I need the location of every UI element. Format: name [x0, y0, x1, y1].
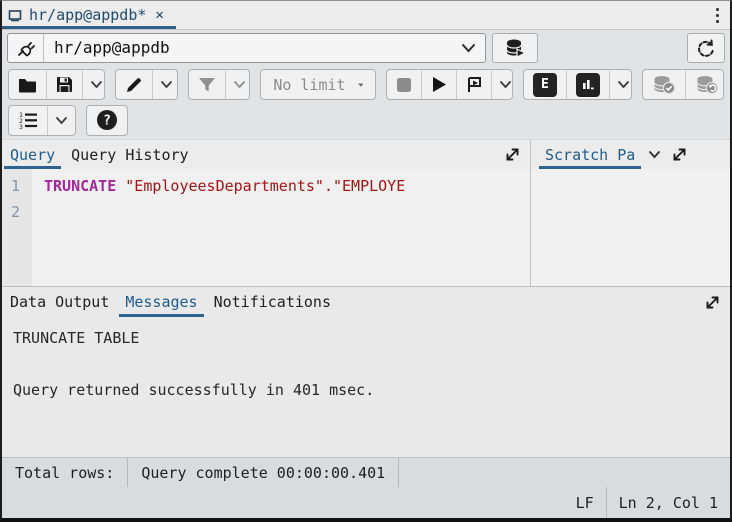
- active-tab-underline: [2, 26, 176, 29]
- connection-select[interactable]: hr/app@appdb: [7, 33, 486, 63]
- output-panel-header: Data Output Messages Notifications: [2, 287, 730, 317]
- expand-scratch-pad-icon[interactable]: [666, 140, 693, 169]
- sql-line-1: TRUNCATE "EmployeesDepartments"."EMPLOYE: [44, 173, 530, 199]
- execute-options-flag-button[interactable]: [456, 70, 491, 99]
- tab-messages[interactable]: Messages: [119, 287, 203, 317]
- open-file-button[interactable]: [9, 70, 46, 99]
- close-tab-icon[interactable]: ✕: [153, 7, 165, 23]
- query-complete-status: Query complete 00:00:00.401: [128, 458, 398, 487]
- explain-analyze-button[interactable]: [566, 70, 609, 99]
- edit-options-chevron[interactable]: [152, 70, 177, 99]
- expand-output-panel-icon[interactable]: [695, 287, 730, 317]
- stop-button[interactable]: [387, 70, 421, 99]
- explain-button[interactable]: E: [524, 70, 566, 99]
- tab-title: hr/app@appdb*: [29, 6, 146, 24]
- line-number-gutter: 1 2: [2, 169, 32, 286]
- main-toolbar: No limit E: [2, 65, 730, 104]
- dropdown-arrow-icon: [358, 81, 364, 89]
- message-line: Query returned successfully in 401 msec.: [13, 377, 719, 403]
- query-tabs: Query Query History: [2, 140, 531, 169]
- query-tool-window: hr/app@appdb* ✕ hr/app@appdb: [0, 0, 732, 522]
- row-limit-select[interactable]: No limit: [260, 69, 376, 100]
- plug-icon: [8, 34, 44, 62]
- code-area[interactable]: TRUNCATE "EmployeesDepartments"."EMPLOYE: [32, 169, 530, 286]
- svg-text:?: ?: [103, 114, 111, 129]
- tab-query[interactable]: Query: [4, 140, 61, 169]
- filter-button-group: [188, 69, 250, 100]
- scratch-pad-chevron-icon[interactable]: [643, 140, 666, 169]
- cursor-position: Ln 2, Col 1: [607, 487, 730, 518]
- line-number: 1: [2, 173, 32, 199]
- rollback-button[interactable]: [685, 70, 724, 99]
- edit-button-group: [115, 69, 177, 100]
- explain-button-group: E: [523, 69, 632, 100]
- line-number: 2: [2, 199, 32, 225]
- total-rows-label: Total rows:: [2, 458, 127, 487]
- execute-button-group: [386, 69, 513, 100]
- save-options-chevron[interactable]: [82, 70, 105, 99]
- reset-layout-button[interactable]: [687, 33, 725, 63]
- editor-split: 1 2 TRUNCATE "EmployeesDepartments"."EMP…: [2, 169, 730, 287]
- macros-options-chevron[interactable]: [47, 106, 75, 135]
- save-file-button[interactable]: [46, 70, 82, 99]
- document-tab-bar: hr/app@appdb* ✕: [2, 1, 730, 29]
- messages-panel: TRUNCATE TABLE Query returned successful…: [2, 317, 730, 457]
- edit-pencil-button[interactable]: [116, 70, 152, 99]
- status-bar-bottom: LF Ln 2, Col 1: [2, 487, 730, 518]
- help-button[interactable]: ?: [87, 106, 127, 135]
- scratch-pad-header: Scratch Pa: [531, 140, 730, 169]
- filter-icon-button[interactable]: [189, 70, 225, 99]
- terminal-window-icon: [8, 9, 22, 22]
- explain-analyze-chart-icon: [576, 73, 600, 97]
- panel-menu-icon[interactable]: [704, 1, 730, 29]
- secondary-toolbar: 1 2 3 ?: [2, 104, 730, 139]
- commit-button[interactable]: [643, 70, 685, 99]
- sql-editor[interactable]: 1 2 TRUNCATE "EmployeesDepartments"."EMP…: [2, 169, 531, 286]
- sql-identifiers: "EmployeesDepartments"."EMPLOYE: [116, 177, 405, 195]
- scratch-pad-area[interactable]: [531, 169, 730, 286]
- macros-list-button[interactable]: 1 2 3: [9, 106, 47, 135]
- filter-options-chevron[interactable]: [225, 70, 250, 99]
- eol-mode[interactable]: LF: [564, 487, 606, 518]
- limit-value: No limit: [273, 76, 345, 94]
- explain-icon: E: [533, 73, 557, 97]
- file-button-group: [8, 69, 105, 100]
- explain-options-chevron[interactable]: [609, 70, 632, 99]
- new-connection-button[interactable]: [492, 33, 538, 63]
- tab-notifications[interactable]: Notifications: [208, 287, 337, 317]
- message-line: TRUNCATE TABLE: [13, 325, 719, 351]
- execute-button[interactable]: [421, 70, 456, 99]
- expand-query-panel-icon[interactable]: [495, 140, 530, 169]
- sql-keyword: TRUNCATE: [44, 177, 116, 195]
- transaction-button-group: [642, 69, 724, 100]
- connection-row: hr/app@appdb: [2, 29, 730, 65]
- tab-data-output[interactable]: Data Output: [4, 287, 115, 317]
- connection-value: hr/app@appdb: [44, 38, 451, 57]
- tab-query-editor[interactable]: hr/app@appdb* ✕: [2, 1, 176, 29]
- execute-options-chevron[interactable]: [491, 70, 513, 99]
- query-panel-header: Query Query History Scratch Pa: [2, 139, 730, 169]
- help-button-group: ?: [86, 105, 128, 136]
- status-bar: Total rows: Query complete 00:00:00.401: [2, 457, 730, 487]
- tab-scratch-pad[interactable]: Scratch Pa: [539, 140, 641, 169]
- svg-text:3: 3: [19, 123, 23, 129]
- chevron-down-icon: [451, 43, 485, 53]
- tab-query-history[interactable]: Query History: [65, 140, 194, 169]
- macros-button-group: 1 2 3: [8, 105, 76, 136]
